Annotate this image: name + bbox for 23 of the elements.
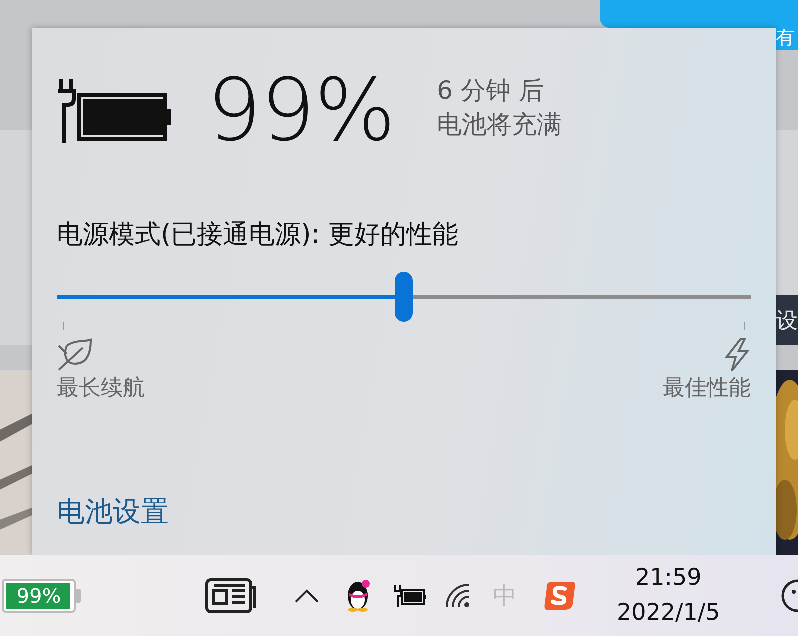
lightning-icon — [723, 338, 751, 372]
battery-percent: 99% — [207, 68, 396, 154]
battery-settings-link[interactable]: 电池设置 — [57, 495, 169, 528]
max-label: 最佳性能 — [663, 375, 751, 403]
charge-status: 电池将充满 — [437, 109, 562, 141]
time-text: 21:59 — [634, 564, 703, 593]
button-label: 有 — [776, 28, 798, 50]
input-method-icon[interactable] — [543, 580, 577, 612]
battery-indicator[interactable]: 99% — [2, 578, 76, 612]
battery-icon — [57, 77, 173, 145]
leaf-icon — [57, 338, 93, 372]
side-label: 设 — [776, 295, 798, 345]
chevron-up-icon[interactable] — [295, 588, 319, 602]
battery-terminal — [76, 588, 81, 602]
date-text: 2022/1/5 — [617, 598, 720, 628]
time-remaining: 6 分钟 后 — [437, 75, 545, 108]
slider-thumb[interactable] — [395, 272, 413, 322]
clock[interactable]: 21:59 2022/1/5 — [617, 561, 720, 630]
min-label: 最长续航 — [57, 375, 145, 403]
battery-icon[interactable] — [393, 582, 427, 608]
power-mode-label: 电源模式(已接通电源): 更好的性能 — [57, 220, 458, 250]
battery-percent: 99% — [16, 582, 62, 610]
news-icon[interactable] — [205, 578, 257, 614]
